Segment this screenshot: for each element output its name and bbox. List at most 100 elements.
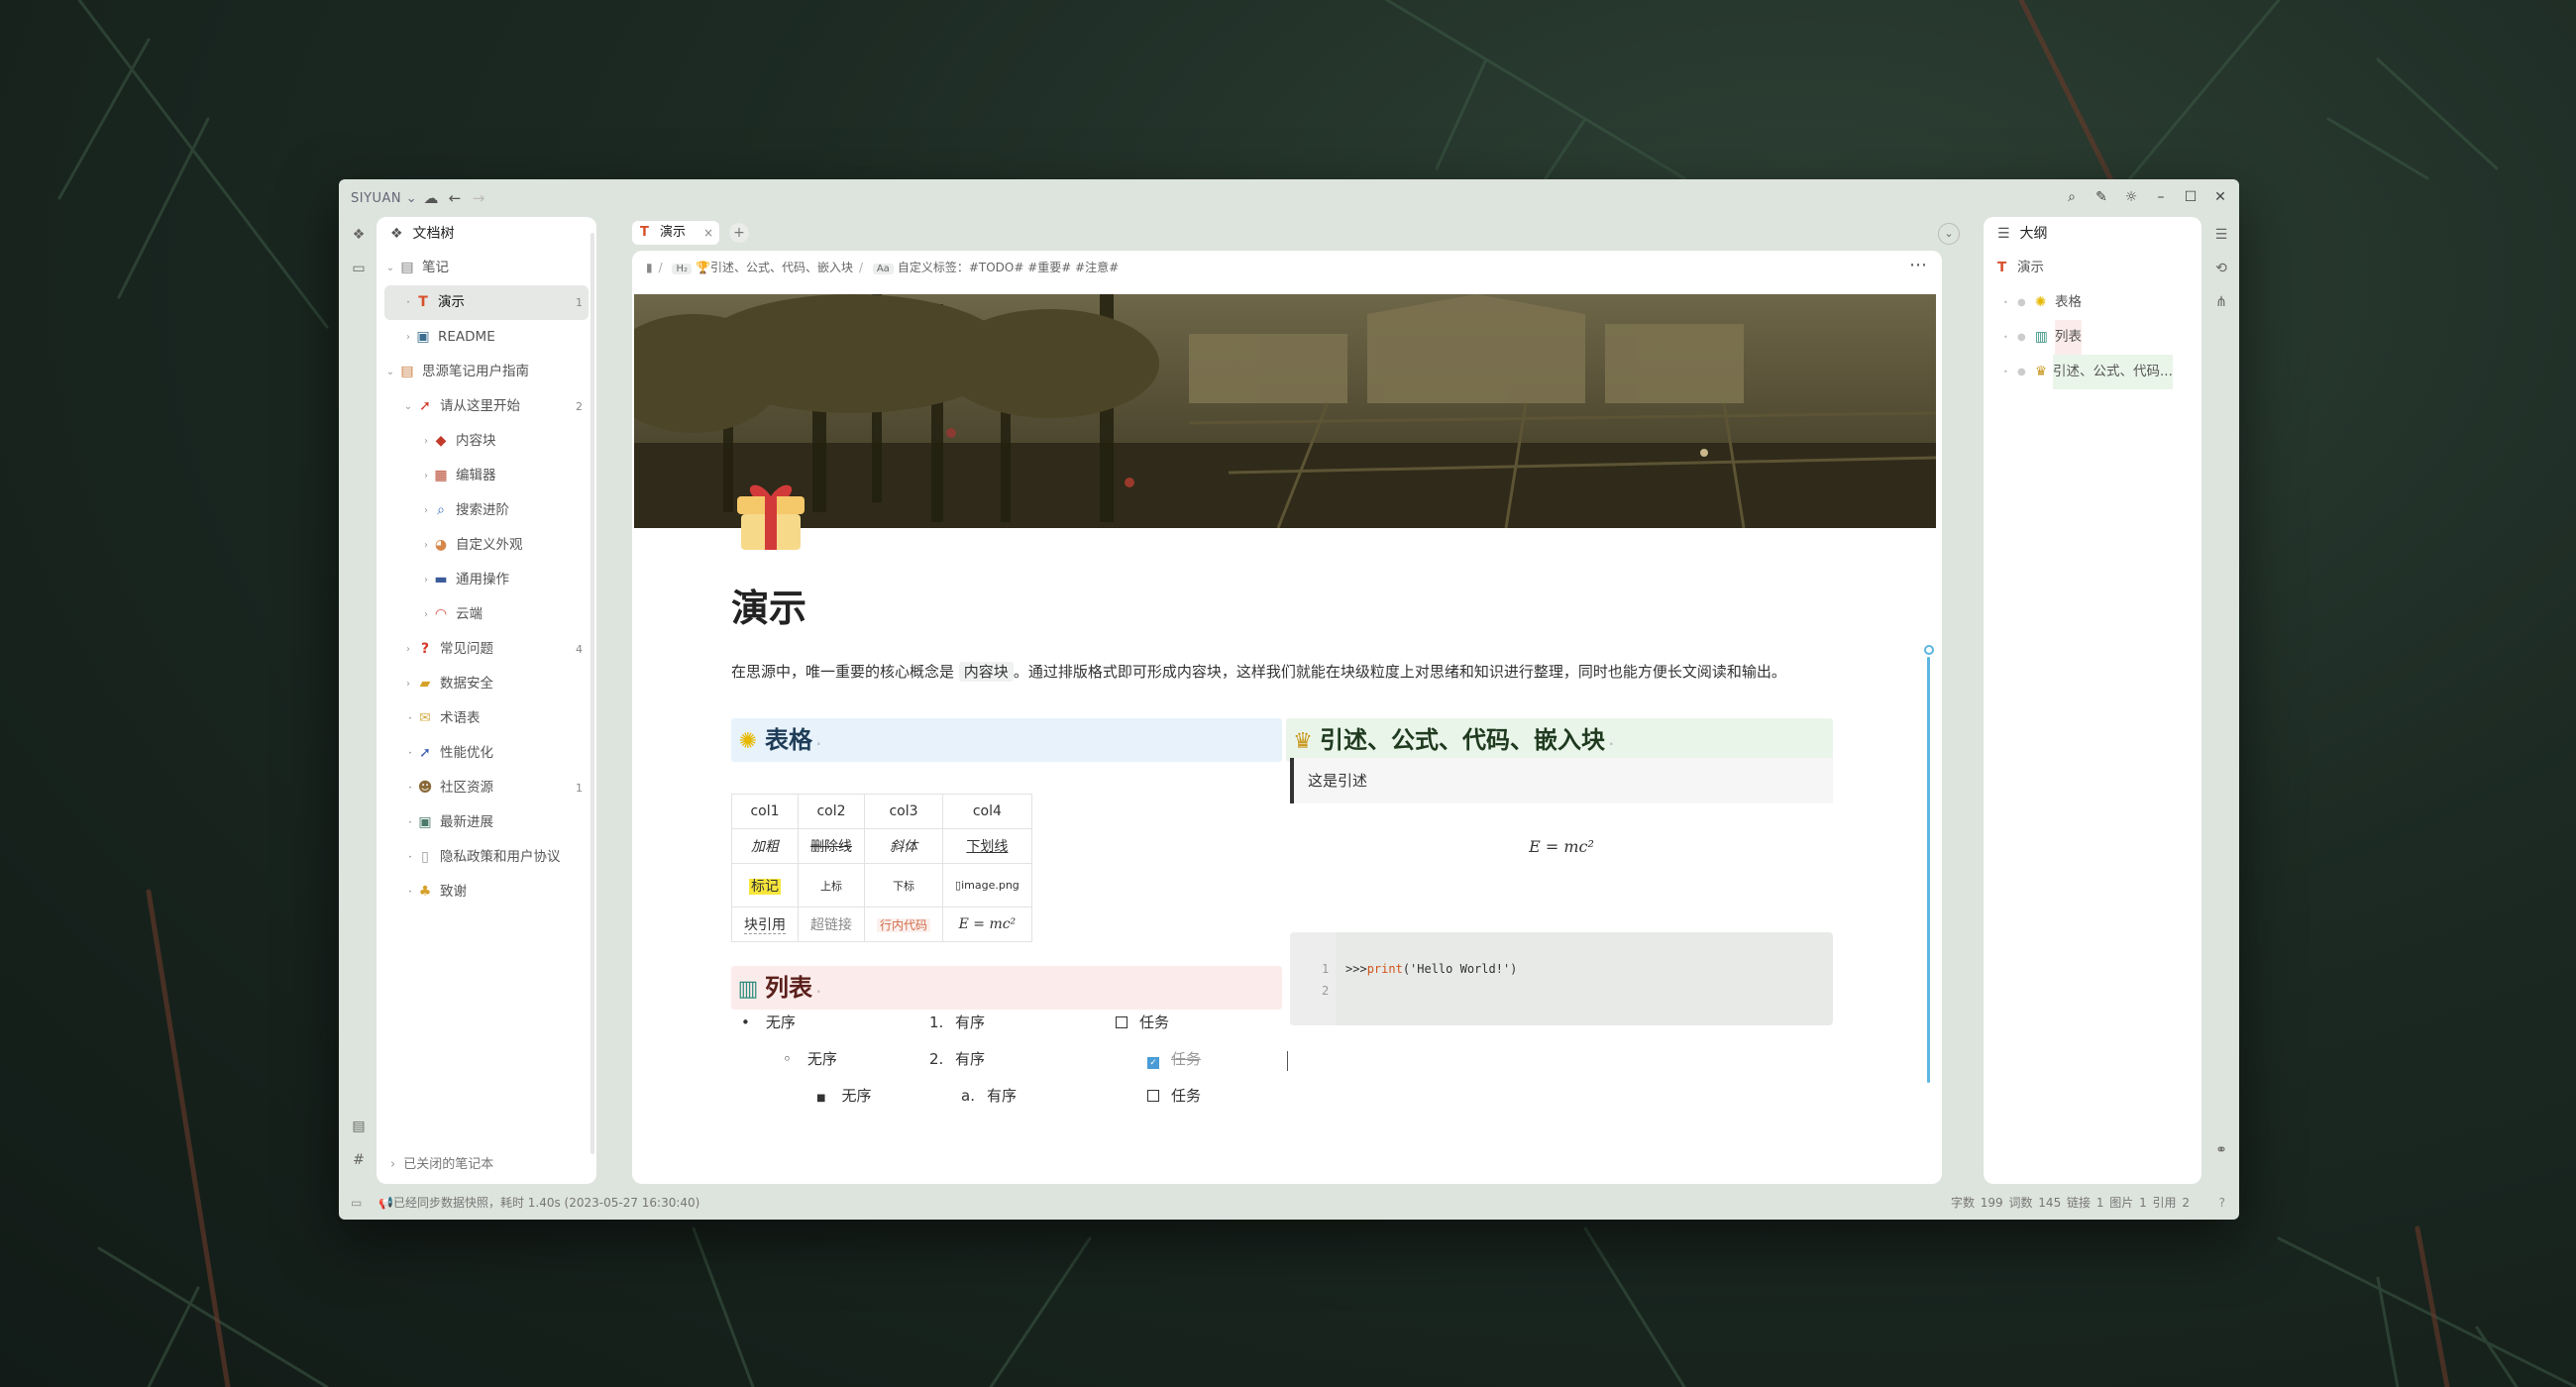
app-brand-menu[interactable]: SIYUAN ⌄ bbox=[351, 191, 417, 206]
theme-sun-icon[interactable]: ☼ bbox=[2120, 185, 2142, 209]
chevron-right-icon[interactable]: › bbox=[420, 563, 432, 597]
tree-item-glossary[interactable]: • ✉ 术语表 bbox=[376, 701, 596, 736]
table-cell[interactable]: 块引用 bbox=[731, 907, 799, 942]
table-header-cell[interactable]: col3 bbox=[863, 794, 944, 829]
document-banner-image[interactable] bbox=[634, 294, 1936, 528]
bookmark-dock-icon[interactable]: ▤ bbox=[347, 1115, 371, 1138]
list-item[interactable]: 1. 有序 bbox=[929, 1012, 985, 1032]
editor-scroll-indicator[interactable] bbox=[1927, 657, 1930, 1083]
chevron-right-icon[interactable]: › bbox=[402, 667, 414, 701]
task-item[interactable]: 任务 bbox=[1147, 1085, 1201, 1106]
search-icon[interactable]: ⌕ bbox=[2061, 185, 2083, 209]
breadcrumb-heading[interactable]: 🏆引述、公式、代码、嵌入块 bbox=[696, 261, 853, 274]
tree-item-notebook[interactable]: ⌄ ▤ 笔记 bbox=[376, 251, 596, 285]
hyperlink-text[interactable]: 超链接 bbox=[810, 917, 852, 933]
file-tree-dock-icon[interactable]: ❖ bbox=[347, 223, 371, 247]
tab-demo[interactable]: T 演示 × bbox=[632, 221, 719, 245]
task-checkbox[interactable] bbox=[1147, 1090, 1159, 1102]
outline-item-list[interactable]: • ● ▥ 列表 bbox=[1984, 320, 2201, 355]
tree-item-latest[interactable]: • ▣ 最新进展 bbox=[376, 805, 596, 840]
tree-item-editor[interactable]: › ▦ 编辑器 bbox=[376, 459, 596, 493]
closed-notebooks[interactable]: › 已关闭的笔记本 bbox=[390, 1153, 493, 1172]
tree-item-data-security[interactable]: › ▰ 数据安全 bbox=[376, 667, 596, 701]
table-cell[interactable]: 下划线 bbox=[942, 828, 1032, 864]
tree-item-thanks[interactable]: • ♣ 致谢 bbox=[376, 875, 596, 909]
intro-paragraph[interactable]: 在思源中，唯一重要的核心概念是 内容块 。通过排版格式即可形成内容块，这样我们就能… bbox=[731, 661, 1786, 682]
breadcrumb-paragraph[interactable]: 自定义标签：#TODO# #重要# #注意# bbox=[898, 261, 1119, 274]
list-item[interactable]: a. 有序 bbox=[961, 1085, 1017, 1106]
table-cell-math[interactable]: E = mc² bbox=[942, 907, 1032, 942]
block-ref-text[interactable]: 块引用 bbox=[744, 917, 786, 934]
backlink-dock-icon[interactable]: ⟲ bbox=[2209, 257, 2233, 280]
new-tab-button[interactable]: + bbox=[729, 223, 749, 243]
table-cell[interactable]: 删除线 bbox=[798, 828, 865, 864]
tree-item-blocks[interactable]: › ◆ 内容块 bbox=[376, 424, 596, 459]
demo-table[interactable]: col1 col2 col3 col4 加粗 删除线 斜体 下划线 标记 上标 … bbox=[731, 794, 1032, 942]
edit-pencil-icon[interactable]: ✎ bbox=[2091, 185, 2112, 209]
tree-item-user-guide[interactable]: ⌄ ▤ 思源笔记用户指南 bbox=[376, 355, 596, 389]
tree-item-demo[interactable]: • T 演示 1 bbox=[384, 285, 589, 320]
tag-dock-icon[interactable]: # bbox=[347, 1148, 371, 1172]
close-window-button[interactable]: ✕ bbox=[2209, 185, 2231, 209]
doc-file-icon[interactable]: ▮ bbox=[646, 261, 653, 274]
tree-item-cloud[interactable]: › ◠ 云端 bbox=[376, 597, 596, 632]
blockquote[interactable]: 这是引述 bbox=[1290, 758, 1833, 803]
code-block[interactable]: 1 2 >>>print('Hello World!') bbox=[1290, 932, 1833, 1025]
chevron-right-icon[interactable]: › bbox=[420, 424, 432, 459]
outline-dock-icon[interactable]: ☰ bbox=[2209, 223, 2233, 247]
chevron-right-icon[interactable]: › bbox=[420, 493, 432, 528]
chevron-right-icon[interactable]: › bbox=[420, 528, 432, 563]
tree-item-search[interactable]: › ⌕ 搜索进阶 bbox=[376, 493, 596, 528]
table-cell[interactable]: 斜体 bbox=[863, 828, 944, 864]
list-item[interactable]: 2. 有序 bbox=[929, 1048, 985, 1069]
forward-arrow-icon[interactable]: → bbox=[468, 187, 489, 209]
link-dock-icon[interactable]: ⚭ bbox=[2209, 1138, 2233, 1162]
tree-item-appearance[interactable]: › ◕ 自定义外观 bbox=[376, 528, 596, 563]
task-item[interactable]: 任务 bbox=[1116, 1012, 1169, 1032]
tree-item-performance[interactable]: • ➚ 性能优化 bbox=[376, 736, 596, 771]
task-checkbox-checked[interactable]: ✓ bbox=[1147, 1057, 1159, 1069]
tree-item-privacy[interactable]: • ▯ 隐私政策和用户协议 bbox=[376, 840, 596, 875]
tree-item-faq[interactable]: › ? 常见问题 4 bbox=[376, 632, 596, 667]
chevron-down-icon[interactable]: ⌄ bbox=[402, 389, 414, 424]
chevron-down-icon[interactable]: ⌄ bbox=[384, 251, 396, 285]
table-cell[interactable]: 标记 bbox=[731, 863, 799, 907]
math-block[interactable]: E = mc² bbox=[1290, 837, 1833, 856]
list-item[interactable]: • 无序 bbox=[741, 1012, 796, 1032]
chevron-right-icon[interactable]: › bbox=[402, 320, 414, 355]
heading-quote[interactable]: ♛ 引述、公式、代码、嵌入块 · bbox=[1286, 718, 1833, 762]
gift-icon[interactable] bbox=[731, 475, 810, 554]
minimize-button[interactable]: – bbox=[2150, 185, 2172, 209]
tab-list-chevron-icon[interactable]: ⌄ bbox=[1938, 223, 1960, 245]
help-icon[interactable]: ? bbox=[2219, 1186, 2225, 1220]
table-cell[interactable]: ▯image.png bbox=[942, 863, 1032, 907]
inbox-dock-icon[interactable]: ▭ bbox=[347, 257, 371, 280]
task-item[interactable]: ✓ 任务 bbox=[1147, 1048, 1201, 1069]
tab-close-button[interactable]: × bbox=[703, 221, 713, 245]
chevron-right-icon[interactable]: › bbox=[420, 459, 432, 493]
graph-dock-icon[interactable]: ⋔ bbox=[2209, 290, 2233, 314]
outline-item-quote[interactable]: • ● ♛ 引述、公式、代码... bbox=[1984, 355, 2201, 389]
chevron-down-icon[interactable]: ⌄ bbox=[384, 355, 396, 389]
sync-cloud-icon[interactable]: ☁ bbox=[420, 187, 442, 209]
table-header-cell[interactable]: col4 bbox=[942, 794, 1032, 829]
task-checkbox[interactable] bbox=[1116, 1016, 1127, 1028]
chevron-right-icon[interactable]: › bbox=[420, 597, 432, 632]
maximize-button[interactable]: ☐ bbox=[2180, 185, 2201, 209]
document-title[interactable]: 演示 bbox=[731, 578, 806, 632]
list-item[interactable]: ■ 无序 bbox=[816, 1085, 871, 1106]
outline-root[interactable]: T 演示 bbox=[1984, 251, 2201, 285]
chevron-right-icon[interactable]: › bbox=[402, 632, 414, 667]
tree-item-start-here[interactable]: ⌄ ➚ 请从这里开始 2 bbox=[376, 389, 596, 424]
table-header-cell[interactable]: col1 bbox=[731, 794, 799, 829]
heading-table[interactable]: ✺ 表格 · bbox=[731, 718, 1282, 762]
more-menu-icon[interactable]: ⋯ bbox=[1909, 255, 1928, 275]
panel-toggle-icon[interactable]: ▭ bbox=[351, 1186, 362, 1220]
table-header-cell[interactable]: col2 bbox=[798, 794, 865, 829]
table-cell[interactable]: 上标 bbox=[798, 863, 865, 907]
tree-item-community[interactable]: • ☻ 社区资源 1 bbox=[376, 771, 596, 805]
back-arrow-icon[interactable]: ← bbox=[444, 187, 466, 209]
table-cell[interactable]: 下标 bbox=[863, 863, 944, 907]
file-tree-scrollbar[interactable] bbox=[590, 233, 594, 1154]
tree-item-general-ops[interactable]: › ▬ 通用操作 bbox=[376, 563, 596, 597]
